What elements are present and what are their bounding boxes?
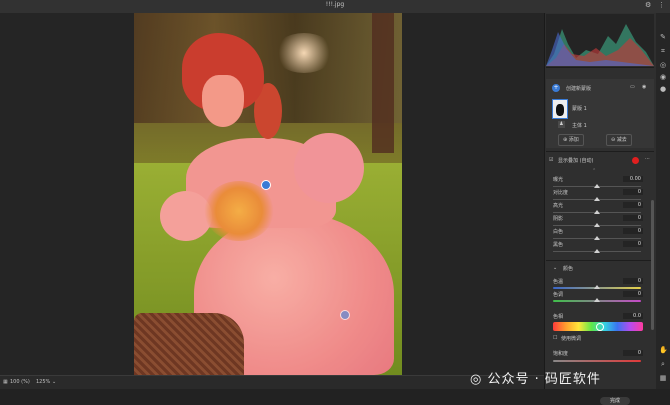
saturation-label: 饱和度 xyxy=(553,351,569,357)
tint-slider-handle[interactable] xyxy=(594,298,600,302)
overlay-checkbox[interactable]: ☑ xyxy=(549,157,553,163)
bottom-bar xyxy=(0,389,670,405)
slider-handle[interactable] xyxy=(594,249,600,253)
temp-value[interactable]: 0 xyxy=(623,278,643,284)
visibility-icon[interactable]: ◉ xyxy=(642,84,646,90)
slider-value[interactable]: 0 xyxy=(623,241,643,247)
slider-label: 对比度 xyxy=(553,190,569,196)
histogram-graph xyxy=(546,24,654,66)
mask-thumbnail-silhouette xyxy=(556,104,564,116)
slider-label: 阴影 xyxy=(553,216,564,222)
adjust-slider[interactable] xyxy=(553,197,641,201)
mask-tool-icon[interactable]: ◎ xyxy=(659,61,667,69)
select-subject-label[interactable]: 主体 1 xyxy=(572,122,587,129)
mask-overlay xyxy=(134,13,402,375)
slider-handle[interactable] xyxy=(594,184,600,188)
overlay-color-swatch[interactable] xyxy=(632,157,639,164)
slider-handle[interactable] xyxy=(594,210,600,214)
slider-value[interactable]: 0.00 xyxy=(623,176,643,182)
adjust-slider[interactable] xyxy=(553,210,641,214)
hue-label: 色相 xyxy=(553,314,564,320)
wechat-icon: ◎ xyxy=(470,372,483,387)
subtract-button[interactable]: ⊖ 减去 xyxy=(606,134,632,146)
adjust-slider[interactable] xyxy=(553,236,641,240)
saturation-value[interactable]: 0 xyxy=(623,350,643,356)
watermark-text: 公众号 · 码匠软件 xyxy=(487,372,601,387)
tool-rail: ✎ ⌗ ◎ ◉ ● ✋ ⌕ ▦ xyxy=(656,13,670,389)
slider-value[interactable]: 0 xyxy=(623,189,643,195)
slider-handle[interactable] xyxy=(594,236,600,240)
presets-icon[interactable]: ● xyxy=(659,85,667,93)
add-mask-icon[interactable]: + xyxy=(552,84,560,92)
subtract-icon: ⊖ xyxy=(611,137,616,143)
hue-slider-handle[interactable] xyxy=(596,323,604,331)
person-icon: ♟ xyxy=(558,121,565,128)
mask-pin-icon[interactable] xyxy=(340,310,350,320)
chevron-down-icon[interactable]: ⌄ xyxy=(52,379,56,385)
temp-slider[interactable] xyxy=(553,285,641,289)
mask-name[interactable]: 蒙版 1 xyxy=(572,105,587,112)
add-button[interactable]: ⊕ 添加 xyxy=(558,134,584,146)
adjust-slider[interactable] xyxy=(553,249,641,253)
histogram xyxy=(546,14,654,66)
divider xyxy=(546,260,654,261)
hue-slider[interactable] xyxy=(553,322,643,331)
slider-value[interactable]: 0 xyxy=(623,228,643,234)
photo-preview[interactable] xyxy=(134,13,402,375)
slider-label: 黑色 xyxy=(553,242,564,248)
hand-icon[interactable]: ✋ xyxy=(659,346,668,354)
add-icon: ⊕ xyxy=(563,137,568,143)
slider-handle[interactable] xyxy=(594,223,600,227)
tint-label: 色调 xyxy=(553,292,564,298)
mask-panel-title: 创建新蒙版 xyxy=(566,86,592,92)
saturation-slider[interactable] xyxy=(553,360,641,362)
zoom-fit[interactable]: 100 (%) xyxy=(10,379,30,385)
tint-value[interactable]: 0 xyxy=(623,291,643,297)
slider-label: 高光 xyxy=(553,203,564,209)
slider-label: 白色 xyxy=(553,229,564,235)
watermark: ◎ 公众号 · 码匠软件 xyxy=(470,368,601,387)
slider-handle[interactable] xyxy=(594,197,600,201)
grid-icon[interactable]: ▦ xyxy=(3,379,8,385)
mask-thumbnail[interactable] xyxy=(552,99,568,119)
hue-value[interactable]: 0.0 xyxy=(623,313,643,319)
menu-icon[interactable]: ⋮ xyxy=(658,1,665,9)
tint-slider[interactable] xyxy=(553,298,641,302)
adjust-slider[interactable] xyxy=(553,184,641,188)
grid-icon[interactable]: ▦ xyxy=(659,374,667,382)
mask-panel: + 创建新蒙版 ▭ ◉ 蒙版 1 ♟ 主体 1 ⊕ 添加 ⊖ 减去 xyxy=(546,79,654,148)
redeye-icon[interactable]: ◉ xyxy=(659,73,667,81)
chevron-down-icon[interactable]: ⌄ xyxy=(553,265,557,271)
window-title: !!!.jpg xyxy=(325,1,345,8)
divider xyxy=(546,67,654,68)
slider-label: 曝光 xyxy=(553,177,564,183)
color-section-title: 颜色 xyxy=(563,266,574,272)
slider-value[interactable]: 0 xyxy=(623,202,643,208)
title-bar: !!!.jpg ⚙ ⋮ xyxy=(0,0,670,13)
crop-icon[interactable]: ⌗ xyxy=(659,47,667,55)
fine-adjust-checkbox[interactable]: ☐ xyxy=(553,335,557,341)
collapse-icon[interactable]: ⌃ xyxy=(592,168,596,174)
settings-icon[interactable]: ⚙ xyxy=(645,1,651,9)
zoom-icon[interactable]: ⌕ xyxy=(659,360,667,368)
fine-adjust-label: 使用微调 xyxy=(561,336,582,342)
brush-icon[interactable]: ✎ xyxy=(659,33,667,41)
status-bar: ▦ 100 (%) 125% ⌄ xyxy=(0,375,544,390)
mask-pin-icon[interactable] xyxy=(261,180,271,190)
done-button[interactable]: 完成 xyxy=(600,397,630,405)
temp-label: 色温 xyxy=(553,279,564,285)
temp-slider-handle[interactable] xyxy=(594,285,600,289)
adjust-slider[interactable] xyxy=(553,223,641,227)
folder-icon[interactable]: ▭ xyxy=(630,84,635,90)
right-panel xyxy=(544,13,657,389)
more-icon[interactable]: ··· xyxy=(645,156,650,162)
overlay-label: 显示叠加 (自动) xyxy=(558,158,594,164)
divider xyxy=(546,151,654,152)
panel-scrollbar[interactable] xyxy=(651,200,654,330)
zoom-level[interactable]: 125% xyxy=(36,379,50,385)
slider-value[interactable]: 0 xyxy=(623,215,643,221)
